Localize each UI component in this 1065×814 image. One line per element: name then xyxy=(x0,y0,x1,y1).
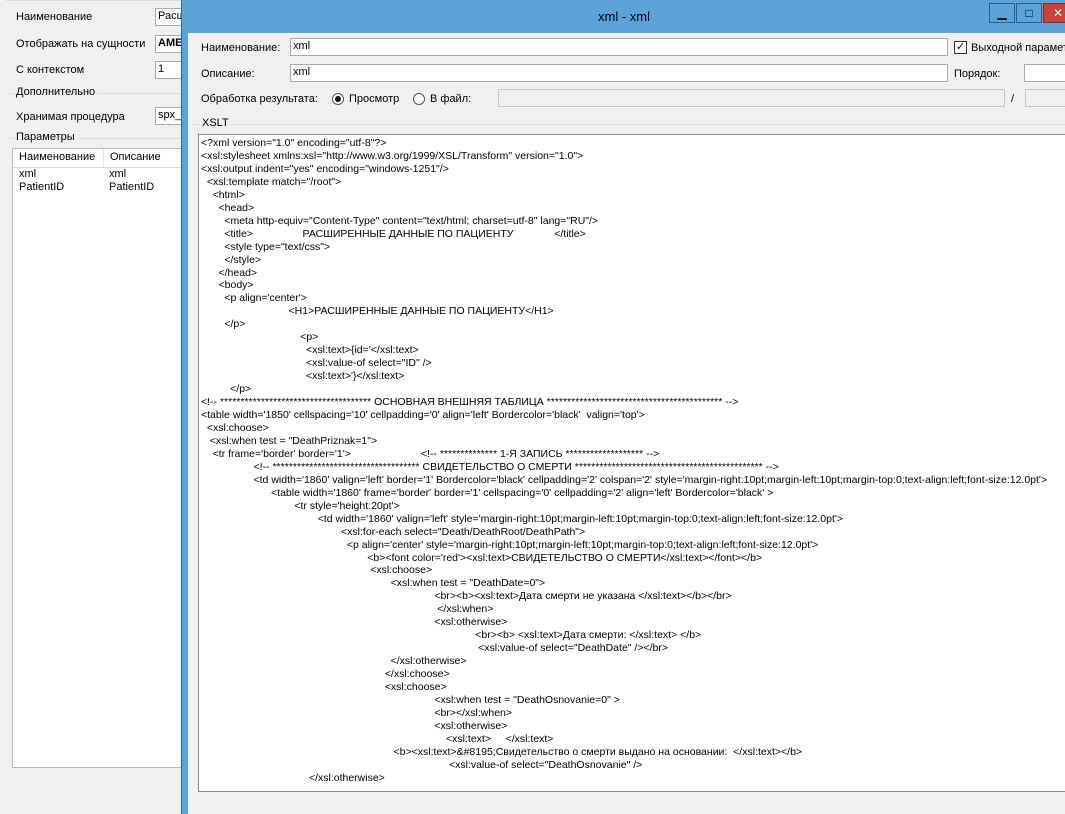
dialog-title: xml - xml xyxy=(598,9,650,24)
description-input[interactable]: xml xyxy=(290,64,948,82)
file-name-input[interactable] xyxy=(1025,89,1065,107)
params-col-name[interactable]: Наименование xyxy=(13,149,104,167)
path-separator: / xyxy=(1011,93,1015,105)
output-param-label: Выходной параметр xyxy=(971,42,1065,54)
bg-entity-label: Отображать на сущности xyxy=(16,38,146,50)
xslt-editor[interactable]: <?xml version="1.0" encoding="utf-8"?> <… xyxy=(198,134,1065,792)
dialog-footer xyxy=(188,798,1065,814)
close-button[interactable]: ✕ xyxy=(1043,3,1065,23)
description-label: Описание: xyxy=(201,68,255,80)
param-description: xml xyxy=(109,168,127,180)
bg-context-label: С контекстом xyxy=(16,64,85,76)
param-name: PatientID xyxy=(19,181,65,193)
bg-extra-group-label: Дополнительно xyxy=(14,86,98,98)
list-item[interactable]: PatientID PatientID xyxy=(13,181,191,194)
bg-name-label: Наименование xyxy=(16,11,93,23)
maximize-button[interactable]: □ xyxy=(1016,3,1042,23)
xslt-group xyxy=(192,124,1065,125)
bg-extra-group: Дополнительно xyxy=(6,86,196,98)
processing-label: Обработка результата: xyxy=(201,93,318,105)
params-col-description[interactable]: Описание xyxy=(104,149,187,167)
view-radio[interactable] xyxy=(332,93,344,105)
xslt-group-label: XSLT xyxy=(200,117,231,129)
name-label: Наименование: xyxy=(201,42,281,54)
dialog-frame-left xyxy=(182,33,188,814)
parent-window: Наименование Расш Отображать на сущности… xyxy=(0,0,196,814)
order-input[interactable] xyxy=(1024,64,1065,82)
dialog-titlebar[interactable]: xml - xml ▁ □ ✕ xyxy=(182,0,1065,33)
top-group-line xyxy=(6,0,196,1)
params-list-header: Наименование Описание xyxy=(13,149,191,168)
bg-proc-label: Хранимая процедура xyxy=(16,111,125,123)
params-list[interactable]: Наименование Описание xml xml PatientID … xyxy=(12,148,192,768)
output-param-checkbox[interactable]: ✓ xyxy=(954,41,967,54)
bg-params-group-label: Параметры xyxy=(14,131,77,143)
view-radio-label: Просмотр xyxy=(349,93,400,105)
file-radio[interactable] xyxy=(413,93,425,105)
xml-dialog: xml - xml ▁ □ ✕ Наименование: xml ✓ Выхо… xyxy=(181,0,1065,814)
param-description: PatientID xyxy=(109,181,155,193)
xslt-code: <?xml version="1.0" encoding="utf-8"?> <… xyxy=(201,137,1048,784)
check-icon: ✓ xyxy=(955,41,966,53)
file-radio-label: В файл: xyxy=(430,93,472,105)
param-name: xml xyxy=(19,168,37,180)
file-path-input[interactable] xyxy=(498,89,1005,107)
bg-params-group: Параметры xyxy=(6,131,196,143)
name-input[interactable]: xml xyxy=(290,38,948,56)
order-label: Порядок: xyxy=(954,68,1001,80)
minimize-button[interactable]: ▁ xyxy=(989,3,1015,23)
list-item[interactable]: xml xml xyxy=(13,168,191,181)
